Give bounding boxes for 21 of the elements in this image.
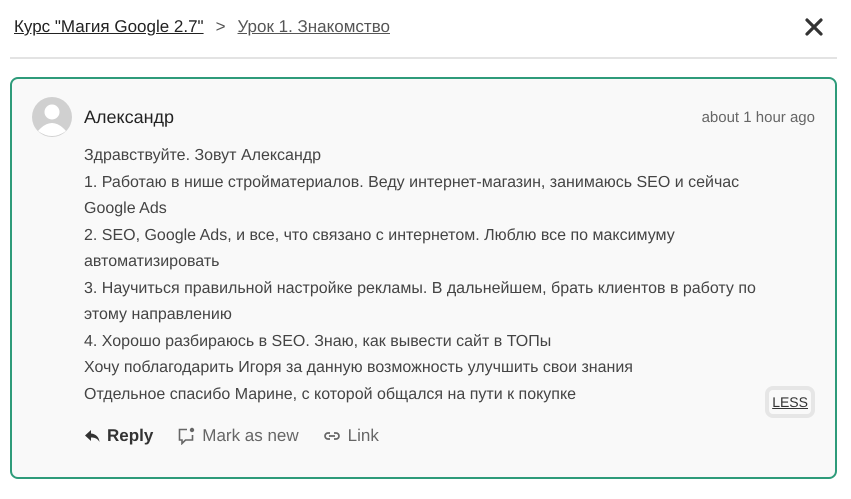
timestamp: about 1 hour ago: [702, 108, 815, 126]
comment-text: Отдельное спасибо Марине, с которой общался на пути к покупке: [84, 384, 578, 404]
comment-text: 4. Хорошо разбираюсь в SEO. Знаю, как вывести сайт в ТОПы: [84, 332, 552, 352]
comment-text: 1. Работаю в нише стройматериалов. Веду интернет-магазин, занимаюсь SEO и сейчас Google Ads: [84, 172, 740, 219]
breadcrumb-link[interactable]: Урок 1. Знакомство: [238, 17, 390, 37]
comment-text: 2. SEO, Google Ads, и все, что связано с интернетом. Люблю все по максимуму автоматизировать: [84, 226, 676, 272]
comment-text: 3. Научиться правильной настройке рекламы. В дальнейшем, брать клиентов в работу по этому направлению: [84, 278, 757, 325]
less-link[interactable]: LESS: [765, 386, 815, 418]
reply-arrow-icon: [84, 429, 100, 443]
link-button[interactable]: Link: [322, 426, 379, 446]
comment-text: Хочу поблагодарить Игоря за данную возможность улучшить свои знания: [84, 358, 634, 378]
breadcrumb-separator: >: [216, 17, 226, 37]
comment-text: Здравствуйте. Зовут Александр: [84, 146, 322, 166]
close-icon[interactable]: [805, 18, 823, 36]
reply-button[interactable]: Reply: [84, 426, 154, 446]
avatar-icon: [32, 97, 72, 137]
comment-dot-icon: [177, 427, 196, 445]
breadcrumb-link[interactable]: Курс "Магия Google 2.7": [14, 17, 204, 37]
link-icon: [322, 430, 341, 442]
author-name: Александр: [84, 106, 174, 128]
mark-button[interactable]: Mark as new: [177, 426, 299, 446]
